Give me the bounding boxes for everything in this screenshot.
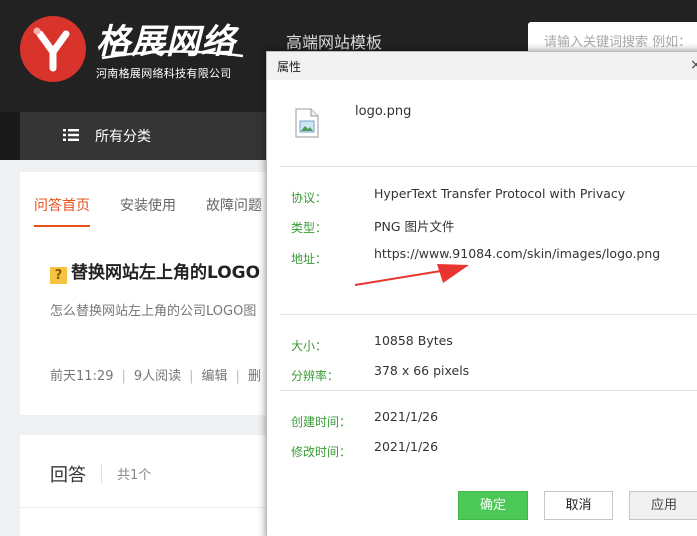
protocol-label: 协议： <box>291 191 328 205</box>
question-reads: 9人阅读 <box>133 369 182 384</box>
dialog-title: 属性 <box>277 60 302 74</box>
meta-separator: | <box>189 369 194 384</box>
edit-link[interactable]: 编辑 <box>202 369 228 384</box>
question-description: 怎么替换网站左上角的公司LOGO图 <box>50 304 257 319</box>
question-time: 前天11:29 <box>50 369 114 384</box>
all-categories-label: 所有分类 <box>95 129 151 145</box>
type-label: 类型： <box>291 221 328 235</box>
properties-dialog: 属性 × logo.png 协议： HyperText Transfer Pro… <box>266 51 697 536</box>
brand-subtitle: 河南格展网络科技有限公司 <box>96 67 232 80</box>
site-slogan: 高端网站模板 <box>286 33 383 52</box>
tab-qa-home[interactable]: 问答首页 <box>34 195 90 215</box>
tab-troubleshooting[interactable]: 故障问题 <box>206 195 262 215</box>
protocol-value: HyperText Transfer Protocol with Privacy <box>374 186 626 201</box>
resolution-value: 378 x 66 pixels <box>374 363 470 378</box>
address-value[interactable]: https://www.91084.com/skin/images/logo.p… <box>374 246 660 261</box>
meta-separator: | <box>121 369 126 384</box>
created-label: 创建时间： <box>291 415 352 429</box>
answers-title: 回答 <box>50 465 86 486</box>
modified-value: 2021/1/26 <box>374 439 439 454</box>
dialog-separator <box>279 390 697 391</box>
resolution-label: 分辨率： <box>291 369 340 383</box>
dialog-separator <box>279 166 697 167</box>
close-icon[interactable]: × <box>690 58 697 72</box>
type-value: PNG 图片文件 <box>374 219 455 234</box>
question-meta: 前天11:29 | 9人阅读 | 编辑 | 删 <box>50 365 261 384</box>
question-badge-icon: ? <box>50 267 67 284</box>
file-name: logo.png <box>355 104 412 119</box>
dialog-separator <box>279 314 697 315</box>
address-label: 地址： <box>291 252 328 266</box>
logo-y-icon <box>33 27 70 72</box>
meta-separator: | <box>235 369 240 384</box>
all-categories-button[interactable]: 所有分类 <box>20 112 275 160</box>
cancel-button[interactable]: 取消 <box>544 491 613 520</box>
modified-label: 修改时间： <box>291 445 352 459</box>
red-arrow-annotation <box>354 264 469 286</box>
size-value: 10858 Bytes <box>374 333 453 348</box>
ok-button[interactable]: 确定 <box>458 491 528 520</box>
answers-count: 共1个 <box>117 468 152 483</box>
size-label: 大小： <box>291 339 328 353</box>
question-title-row[interactable]: ? 替换网站左上角的LOGO <box>50 258 260 284</box>
dialog-titlebar[interactable]: 属性 × <box>267 52 697 80</box>
list-icon <box>63 129 79 141</box>
apply-button[interactable]: 应用 <box>629 491 697 520</box>
tab-install-usage[interactable]: 安装使用 <box>120 195 176 215</box>
site-logo[interactable] <box>20 16 86 82</box>
delete-link[interactable]: 删 <box>248 369 261 384</box>
brand-swoosh-icon <box>101 50 244 60</box>
created-value: 2021/1/26 <box>374 409 439 424</box>
image-file-icon <box>295 108 319 138</box>
active-tab-indicator <box>34 225 90 227</box>
answers-divider <box>101 465 102 483</box>
question-title: 替换网站左上角的LOGO <box>71 263 261 283</box>
